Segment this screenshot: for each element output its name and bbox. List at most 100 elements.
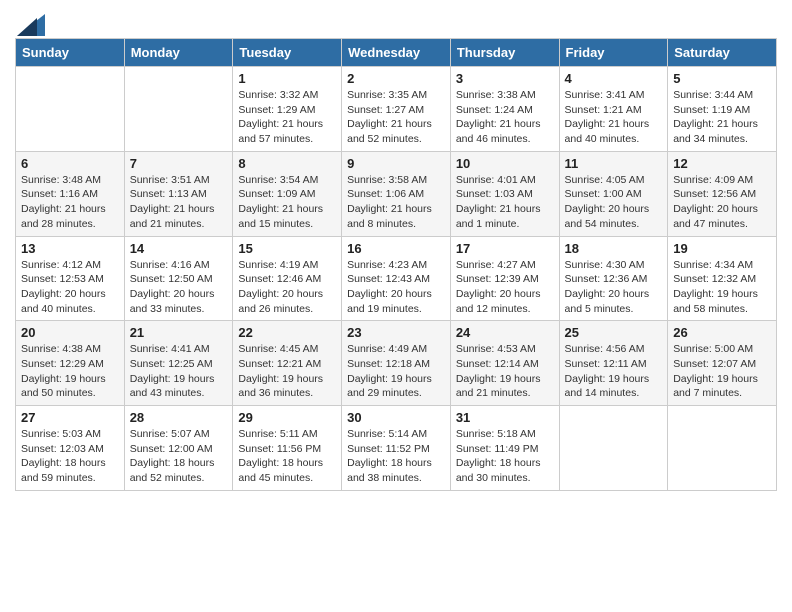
day-number: 30 — [347, 410, 445, 425]
day-number: 16 — [347, 241, 445, 256]
logo-icon — [17, 14, 45, 36]
day-info: Sunrise: 5:00 AM Sunset: 12:07 AM Daylig… — [673, 342, 771, 401]
calendar-table: SundayMondayTuesdayWednesdayThursdayFrid… — [15, 38, 777, 491]
day-cell: 4 Sunrise: 3:41 AM Sunset: 1:21 AM Daylig… — [559, 67, 668, 152]
day-info: Sunrise: 4:23 AM Sunset: 12:43 AM Daylig… — [347, 258, 445, 317]
day-info: Sunrise: 5:07 AM Sunset: 12:00 AM Daylig… — [130, 427, 228, 486]
day-number: 11 — [565, 156, 663, 171]
day-info: Sunrise: 4:41 AM Sunset: 12:25 AM Daylig… — [130, 342, 228, 401]
day-number: 9 — [347, 156, 445, 171]
logo — [15, 14, 45, 32]
day-info: Sunrise: 4:19 AM Sunset: 12:46 AM Daylig… — [238, 258, 336, 317]
day-cell: 12Sunrise: 4:09 AM Sunset: 12:56 AM Dayl… — [668, 151, 777, 236]
day-cell: 16 Sunrise: 4:23 AM Sunset: 12:43 AM Dayl… — [342, 236, 451, 321]
day-number: 10 — [456, 156, 554, 171]
day-cell: 21 Sunrise: 4:41 AM Sunset: 12:25 AM Dayl… — [124, 321, 233, 406]
day-info: Sunrise: 5:18 AM Sunset: 11:49 PM Daylig… — [456, 427, 554, 486]
weekday-wednesday: Wednesday — [342, 39, 451, 67]
day-number: 17 — [456, 241, 554, 256]
day-cell: 9 Sunrise: 3:58 AM Sunset: 1:06 AM Daylig… — [342, 151, 451, 236]
day-cell: 2Sunrise: 3:35 AM Sunset: 1:27 AM Daylig… — [342, 67, 451, 152]
day-cell: 7 Sunrise: 3:51 AM Sunset: 1:13 AM Daylig… — [124, 151, 233, 236]
day-info: Sunrise: 3:38 AM Sunset: 1:24 AM Dayligh… — [456, 88, 554, 147]
day-cell: 27 Sunrise: 5:03 AM Sunset: 12:03 AM Dayl… — [16, 406, 125, 491]
day-cell: 31 Sunrise: 5:18 AM Sunset: 11:49 PM Dayl… — [450, 406, 559, 491]
day-cell: 18Sunrise: 4:30 AM Sunset: 12:36 AM Dayl… — [559, 236, 668, 321]
day-info: Sunrise: 3:32 AM Sunset: 1:29 AM Dayligh… — [238, 88, 336, 147]
day-cell: 8 Sunrise: 3:54 AM Sunset: 1:09 AM Daylig… — [233, 151, 342, 236]
day-number: 12 — [673, 156, 771, 171]
day-info: Sunrise: 4:01 AM Sunset: 1:03 AM Dayligh… — [456, 173, 554, 232]
week-row-2: 6 Sunrise: 3:48 AM Sunset: 1:16 AM Daylig… — [16, 151, 777, 236]
day-info: Sunrise: 4:05 AM Sunset: 1:00 AM Dayligh… — [565, 173, 663, 232]
day-number: 6 — [21, 156, 119, 171]
day-info: Sunrise: 3:44 AM Sunset: 1:19 AM Dayligh… — [673, 88, 771, 147]
day-number: 4 — [565, 71, 663, 86]
day-info: Sunrise: 4:12 AM Sunset: 12:53 AM Daylig… — [21, 258, 119, 317]
weekday-saturday: Saturday — [668, 39, 777, 67]
day-number: 22 — [238, 325, 336, 340]
day-number: 5 — [673, 71, 771, 86]
day-number: 27 — [21, 410, 119, 425]
day-info: Sunrise: 3:51 AM Sunset: 1:13 AM Dayligh… — [130, 173, 228, 232]
day-cell: 30Sunrise: 5:14 AM Sunset: 11:52 PM Dayl… — [342, 406, 451, 491]
day-info: Sunrise: 3:41 AM Sunset: 1:21 AM Dayligh… — [565, 88, 663, 147]
day-cell: 19Sunrise: 4:34 AM Sunset: 12:32 AM Dayl… — [668, 236, 777, 321]
day-info: Sunrise: 3:35 AM Sunset: 1:27 AM Dayligh… — [347, 88, 445, 147]
day-number: 1 — [238, 71, 336, 86]
weekday-header-row: SundayMondayTuesdayWednesdayThursdayFrid… — [16, 39, 777, 67]
day-cell: 3 Sunrise: 3:38 AM Sunset: 1:24 AM Daylig… — [450, 67, 559, 152]
week-row-3: 13 Sunrise: 4:12 AM Sunset: 12:53 AM Dayl… — [16, 236, 777, 321]
day-cell — [124, 67, 233, 152]
day-number: 3 — [456, 71, 554, 86]
day-cell: 15 Sunrise: 4:19 AM Sunset: 12:46 AM Dayl… — [233, 236, 342, 321]
day-info: Sunrise: 4:56 AM Sunset: 12:11 AM Daylig… — [565, 342, 663, 401]
day-cell: 13 Sunrise: 4:12 AM Sunset: 12:53 AM Dayl… — [16, 236, 125, 321]
day-number: 7 — [130, 156, 228, 171]
day-info: Sunrise: 4:16 AM Sunset: 12:50 AM Daylig… — [130, 258, 228, 317]
day-cell: 17 Sunrise: 4:27 AM Sunset: 12:39 AM Dayl… — [450, 236, 559, 321]
day-number: 26 — [673, 325, 771, 340]
day-info: Sunrise: 5:03 AM Sunset: 12:03 AM Daylig… — [21, 427, 119, 486]
day-info: Sunrise: 4:27 AM Sunset: 12:39 AM Daylig… — [456, 258, 554, 317]
day-cell: 1 Sunrise: 3:32 AM Sunset: 1:29 AM Daylig… — [233, 67, 342, 152]
day-cell — [559, 406, 668, 491]
day-number: 25 — [565, 325, 663, 340]
day-cell: 29 Sunrise: 5:11 AM Sunset: 11:56 PM Dayl… — [233, 406, 342, 491]
day-cell: 6 Sunrise: 3:48 AM Sunset: 1:16 AM Daylig… — [16, 151, 125, 236]
week-row-1: 1 Sunrise: 3:32 AM Sunset: 1:29 AM Daylig… — [16, 67, 777, 152]
day-cell — [16, 67, 125, 152]
day-number: 13 — [21, 241, 119, 256]
day-info: Sunrise: 5:11 AM Sunset: 11:56 PM Daylig… — [238, 427, 336, 486]
day-number: 15 — [238, 241, 336, 256]
day-number: 18 — [565, 241, 663, 256]
day-cell: 20Sunrise: 4:38 AM Sunset: 12:29 AM Dayl… — [16, 321, 125, 406]
day-info: Sunrise: 3:48 AM Sunset: 1:16 AM Dayligh… — [21, 173, 119, 232]
page-header — [15, 10, 777, 32]
weekday-monday: Monday — [124, 39, 233, 67]
day-cell: 25 Sunrise: 4:56 AM Sunset: 12:11 AM Dayl… — [559, 321, 668, 406]
day-cell: 24 Sunrise: 4:53 AM Sunset: 12:14 AM Dayl… — [450, 321, 559, 406]
day-cell: 5 Sunrise: 3:44 AM Sunset: 1:19 AM Daylig… — [668, 67, 777, 152]
weekday-sunday: Sunday — [16, 39, 125, 67]
week-row-4: 20Sunrise: 4:38 AM Sunset: 12:29 AM Dayl… — [16, 321, 777, 406]
day-info: Sunrise: 4:45 AM Sunset: 12:21 AM Daylig… — [238, 342, 336, 401]
day-cell: 23Sunrise: 4:49 AM Sunset: 12:18 AM Dayl… — [342, 321, 451, 406]
day-cell: 14 Sunrise: 4:16 AM Sunset: 12:50 AM Dayl… — [124, 236, 233, 321]
day-number: 14 — [130, 241, 228, 256]
weekday-friday: Friday — [559, 39, 668, 67]
day-number: 31 — [456, 410, 554, 425]
day-number: 29 — [238, 410, 336, 425]
day-info: Sunrise: 4:34 AM Sunset: 12:32 AM Daylig… — [673, 258, 771, 317]
day-cell: 10 Sunrise: 4:01 AM Sunset: 1:03 AM Dayli… — [450, 151, 559, 236]
day-number: 28 — [130, 410, 228, 425]
day-info: Sunrise: 3:54 AM Sunset: 1:09 AM Dayligh… — [238, 173, 336, 232]
day-cell: 26 Sunrise: 5:00 AM Sunset: 12:07 AM Dayl… — [668, 321, 777, 406]
day-number: 21 — [130, 325, 228, 340]
day-number: 8 — [238, 156, 336, 171]
day-cell: 22 Sunrise: 4:45 AM Sunset: 12:21 AM Dayl… — [233, 321, 342, 406]
day-info: Sunrise: 4:53 AM Sunset: 12:14 AM Daylig… — [456, 342, 554, 401]
day-number: 20 — [21, 325, 119, 340]
day-info: Sunrise: 3:58 AM Sunset: 1:06 AM Dayligh… — [347, 173, 445, 232]
day-number: 24 — [456, 325, 554, 340]
